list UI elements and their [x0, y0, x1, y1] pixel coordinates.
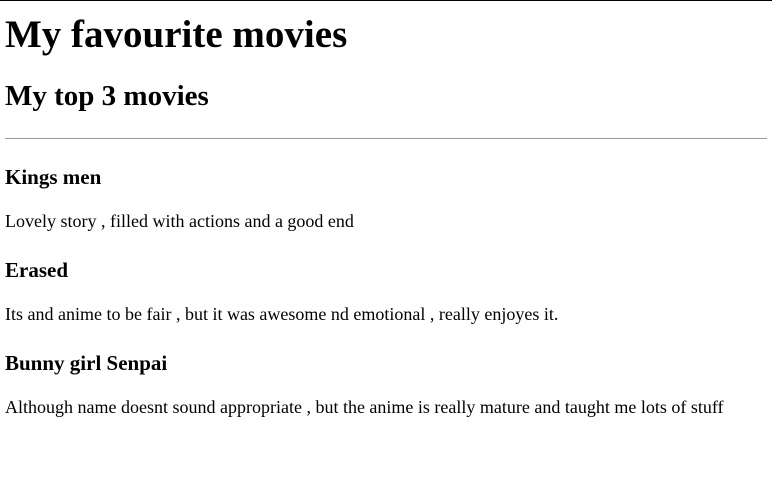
movie-description: Its and anime to be fair , but it was aw… — [5, 304, 559, 324]
movie-list: Kings men Lovely story , filled with act… — [5, 164, 767, 419]
movie-item: Erased Its and anime to be fair , but it… — [5, 257, 767, 326]
movie-title: Bunny girl Senpai — [5, 351, 168, 375]
page-subtitle: My top 3 movies — [5, 80, 209, 112]
movie-description: Although name doesnt sound appropriate ,… — [5, 397, 724, 417]
movie-title: Erased — [5, 258, 68, 282]
movie-description: Lovely story , filled with actions and a… — [5, 211, 354, 231]
page-title: My favourite movies — [5, 13, 348, 56]
movie-title: Kings men — [5, 165, 102, 189]
movie-item: Kings men Lovely story , filled with act… — [5, 164, 767, 233]
movie-item: Bunny girl Senpai Although name doesnt s… — [5, 350, 767, 419]
divider — [5, 138, 767, 139]
